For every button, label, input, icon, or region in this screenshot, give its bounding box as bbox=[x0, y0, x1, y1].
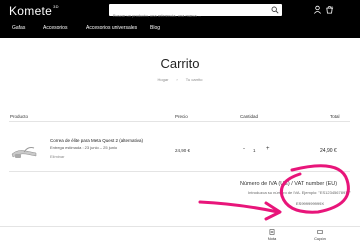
search-icon[interactable] bbox=[271, 6, 279, 14]
page-title: Carrito bbox=[160, 56, 200, 71]
column-header-product: Producto bbox=[10, 114, 29, 119]
note-button[interactable]: Nota bbox=[257, 229, 287, 247]
note-label: Nota bbox=[267, 236, 277, 241]
account-icon[interactable] bbox=[313, 5, 322, 14]
coupon-icon bbox=[317, 230, 323, 234]
divider bbox=[9, 121, 350, 122]
divider bbox=[9, 171, 350, 172]
nav-item-gafas[interactable]: Gafas bbox=[12, 25, 25, 31]
breadcrumb: Hogar › Tu carrito bbox=[0, 77, 360, 82]
product-name[interactable]: Correa de élite para Meta Quest 2 (alter… bbox=[50, 138, 143, 143]
unit-price: 24,90 € bbox=[175, 148, 191, 153]
quantity-value[interactable]: 1 bbox=[253, 148, 256, 153]
coupon-label: Cupón bbox=[314, 236, 326, 241]
vat-number-hint: Introduzca su número de IVA. Ejemplo: "E… bbox=[248, 190, 351, 195]
divider bbox=[0, 226, 360, 227]
search-input[interactable] bbox=[109, 9, 267, 22]
cart-count-badge: 0 bbox=[331, 5, 334, 10]
column-header-price: Precio bbox=[175, 114, 188, 119]
search-box[interactable] bbox=[109, 4, 282, 22]
column-header-total: Total bbox=[330, 114, 340, 119]
logo[interactable]: Komete3D bbox=[9, 4, 59, 18]
note-icon bbox=[269, 229, 275, 235]
quantity-increase-button[interactable]: + bbox=[266, 146, 270, 152]
product-thumbnail[interactable] bbox=[10, 142, 38, 162]
vat-number-field[interactable]: ES999999999X bbox=[296, 201, 324, 206]
remove-link[interactable]: Eliminar bbox=[50, 154, 64, 159]
breadcrumb-current: Tu carrito bbox=[185, 77, 203, 82]
nav-item-blog[interactable]: Blog bbox=[150, 25, 160, 31]
line-total: 24,90 € bbox=[320, 148, 337, 154]
logo-text: Komete bbox=[9, 4, 53, 18]
delivery-estimate: Entrega estimada : 23 junio – 25 junio bbox=[50, 145, 118, 150]
vat-number-label: Número de IVA (UE) / VAT number (EU) bbox=[240, 181, 338, 187]
nav-item-accesorios-universales[interactable]: Accesorios universales bbox=[86, 25, 137, 31]
breadcrumb-home[interactable]: Hogar bbox=[158, 77, 169, 82]
column-header-quantity: Cantidad bbox=[240, 114, 259, 119]
coupon-button[interactable]: Cupón bbox=[305, 229, 335, 247]
quantity-decrease-button[interactable]: - bbox=[243, 146, 245, 152]
nav-item-accesorios[interactable]: Accesorios bbox=[43, 25, 67, 31]
logo-sup: 3D bbox=[53, 4, 59, 9]
breadcrumb-separator: › bbox=[176, 77, 178, 82]
